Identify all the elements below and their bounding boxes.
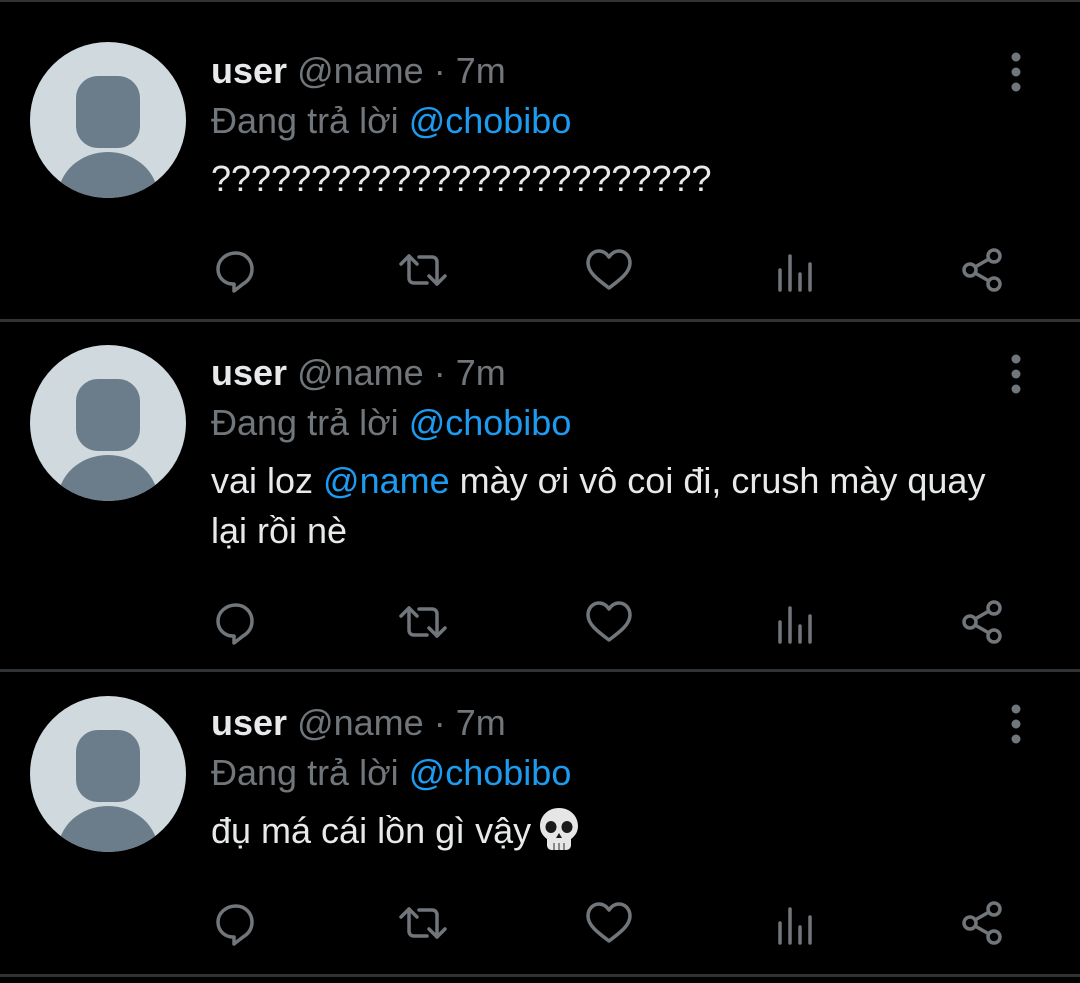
tweet-header: user @name · 7m: [211, 698, 1011, 748]
like-icon[interactable]: [581, 895, 637, 951]
like-icon[interactable]: [581, 594, 637, 650]
tweet-text-part: đụ má cái lồn gì vậy: [211, 810, 532, 851]
tweet-2[interactable]: user @name · 7m Đang trả lời @chobibo va…: [0, 322, 1080, 672]
avatar-body-shape: [58, 152, 158, 198]
user-handle[interactable]: @name: [297, 702, 424, 743]
tweet-text: ?????????????????????????: [211, 158, 712, 199]
user-handle[interactable]: @name: [297, 50, 424, 91]
user-handle[interactable]: @name: [297, 352, 424, 393]
timestamp[interactable]: 7m: [456, 702, 506, 743]
more-vertical-icon[interactable]: [1002, 352, 1030, 396]
timestamp[interactable]: 7m: [456, 352, 506, 393]
more-vertical-icon[interactable]: [1002, 50, 1030, 94]
tweet-divider: [0, 974, 1080, 977]
user-name[interactable]: user: [211, 50, 287, 91]
user-name[interactable]: user: [211, 352, 287, 393]
retweet-icon[interactable]: [395, 242, 451, 298]
action-bar: [0, 242, 1080, 298]
reply-context: Đang trả lời @chobibo: [211, 748, 1011, 798]
reply-icon[interactable]: [208, 895, 264, 951]
reply-prefix: Đang trả lời: [211, 402, 409, 443]
analytics-icon[interactable]: [768, 594, 824, 650]
reply-icon[interactable]: [208, 242, 264, 298]
avatar-head-shape: [76, 76, 140, 148]
tweet-text: đụ má cái lồn gì vậy: [211, 806, 1011, 856]
action-bar: [0, 895, 1080, 951]
retweet-icon[interactable]: [395, 594, 451, 650]
tweet-1[interactable]: user @name · 7m Đang trả lời @chobibo ??…: [0, 2, 1080, 322]
tweet-content: user @name · 7m Đang trả lời @chobibo ??…: [211, 46, 1011, 204]
avatar-body-shape: [58, 455, 158, 501]
separator-dot: ·: [433, 702, 446, 743]
tweet-3[interactable]: user @name · 7m Đang trả lời @chobibo đụ…: [0, 672, 1080, 977]
text-mention[interactable]: @name: [323, 460, 450, 501]
reply-to-mention[interactable]: @chobibo: [409, 402, 572, 443]
tweet-text-part: vai loz: [211, 460, 324, 501]
separator-dot: ·: [433, 50, 446, 91]
reply-context: Đang trả lời @chobibo: [211, 96, 1011, 146]
separator-dot: ·: [433, 352, 446, 393]
like-icon[interactable]: [581, 242, 637, 298]
share-icon[interactable]: [954, 594, 1010, 650]
tweet-header: user @name · 7m: [211, 348, 1011, 398]
reply-prefix: Đang trả lời: [211, 752, 409, 793]
share-icon[interactable]: [954, 242, 1010, 298]
analytics-icon[interactable]: [768, 242, 824, 298]
user-name[interactable]: user: [211, 702, 287, 743]
tweet-content: user @name · 7m Đang trả lời @chobibo đụ…: [211, 698, 1011, 856]
reply-context: Đang trả lời @chobibo: [211, 398, 1011, 448]
action-bar: [0, 594, 1080, 650]
retweet-icon[interactable]: [395, 895, 451, 951]
reply-to-mention[interactable]: @chobibo: [409, 100, 572, 141]
avatar[interactable]: [30, 345, 186, 501]
skull-emoji: [537, 806, 581, 852]
tweet-header: user @name · 7m: [211, 46, 1011, 96]
more-vertical-icon[interactable]: [1002, 702, 1030, 746]
avatar-head-shape: [76, 379, 140, 451]
avatar[interactable]: [30, 696, 186, 852]
avatar[interactable]: [30, 42, 186, 198]
reply-icon[interactable]: [208, 594, 264, 650]
reply-prefix: Đang trả lời: [211, 100, 409, 141]
reply-to-mention[interactable]: @chobibo: [409, 752, 572, 793]
timestamp[interactable]: 7m: [456, 50, 506, 91]
avatar-body-shape: [58, 806, 158, 852]
avatar-head-shape: [76, 730, 140, 802]
share-icon[interactable]: [954, 895, 1010, 951]
analytics-icon[interactable]: [768, 895, 824, 951]
tweet-content: user @name · 7m Đang trả lời @chobibo va…: [211, 348, 1011, 556]
tweet-text: vai loz @name mày ơi vô coi đi, crush mà…: [211, 456, 1011, 556]
